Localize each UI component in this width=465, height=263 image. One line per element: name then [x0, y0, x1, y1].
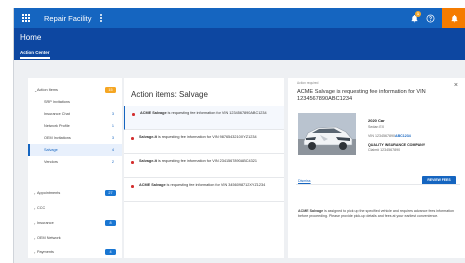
- list-title: Action items: Salvage: [131, 90, 208, 99]
- sidebar-item-srp-invitations[interactable]: SRP Invitations: [28, 96, 122, 108]
- page-title: Home: [20, 33, 42, 42]
- sidebar-item-label: Vendors: [44, 160, 58, 164]
- vehicle-vin: VIN 1234567890ABC1234: [368, 133, 411, 138]
- chevron-right-icon: ›: [34, 205, 36, 211]
- sidebar-item-label: SRP Invitations: [44, 100, 70, 104]
- sidebar-item-network-profile[interactable]: Network Profile 1: [28, 120, 122, 132]
- vehicle-trim: Sedan EX: [368, 124, 385, 129]
- count-badge: 15: [105, 87, 116, 93]
- list-item[interactable]: ACME Salvage is requesting fee informati…: [124, 178, 284, 202]
- chevron-right-icon: ›: [34, 249, 36, 255]
- help-icon: [426, 14, 434, 22]
- sidebar-item-label: OEM Invitations: [44, 136, 71, 140]
- sidebar-item-ccc[interactable]: › CCC: [28, 202, 122, 214]
- vehicle-model: 2020 Car: [368, 118, 385, 123]
- alert-bell-icon: [451, 14, 457, 22]
- sidebar-item-insurance-chat[interactable]: Insurance Chat 3: [28, 108, 122, 120]
- action-required-label: Action required: [297, 81, 319, 85]
- app-title: Repair Facility: [44, 13, 92, 23]
- sidebar-item-insurance[interactable]: › Insurance 8: [28, 217, 122, 229]
- count-badge: 27: [105, 190, 116, 196]
- vehicle-photo: [298, 113, 356, 155]
- chevron-right-icon: ›: [34, 190, 36, 196]
- sidebar-item-label: Salvage: [44, 148, 58, 152]
- count-label: 3: [111, 136, 114, 140]
- tab-action-center[interactable]: Action Center: [20, 50, 50, 55]
- list-item[interactable]: Salvage-It is requesting fee information…: [124, 154, 284, 178]
- count-label: 2: [111, 160, 114, 164]
- count-badge: 4: [105, 249, 116, 255]
- unread-indicator: [131, 137, 134, 140]
- chevron-right-icon: ›: [34, 235, 36, 241]
- close-icon[interactable]: ×: [454, 82, 458, 89]
- apps-grid-icon[interactable]: [22, 14, 30, 22]
- sidebar-item-label: Insurance Chat: [44, 112, 70, 116]
- action-center-sidebar: ⌄ Action Items 15 SRP Invitations Insura…: [28, 78, 122, 258]
- app-bar: Repair Facility 1: [14, 8, 465, 28]
- list-item-text: ACME Salvage is requesting fee informati…: [140, 111, 267, 115]
- app-window: Repair Facility 1 Home Action Center ⌄ A…: [13, 8, 465, 263]
- sidebar-item-label: Payments: [37, 250, 54, 254]
- sidebar-item-label: Network Profile: [44, 124, 70, 128]
- sidebar-item-salvage[interactable]: Salvage 4: [28, 144, 122, 156]
- unread-indicator: [131, 185, 134, 188]
- detail-title: ACME Salvage is requesting fee informati…: [297, 89, 426, 102]
- action-item-detail: Action required × ACME Salvage is reques…: [288, 78, 465, 258]
- app-bar-actions: 1: [406, 8, 465, 28]
- dismiss-link[interactable]: Dismiss: [298, 179, 311, 183]
- insurance-company: QUALITY INSURANCE COMPANY: [368, 142, 426, 147]
- sidebar-item-label: OEM Network: [37, 236, 61, 240]
- action-items-list: Action items: Salvage ACME Salvage is re…: [124, 78, 284, 258]
- active-tab-indicator: [20, 57, 50, 59]
- list-item[interactable]: Salvage-It is requesting fee information…: [124, 130, 284, 154]
- detail-description: ACME Salvage is assigned to pick up the …: [298, 209, 455, 218]
- sidebar-item-label: CCC: [37, 206, 46, 210]
- sidebar-item-appointments[interactable]: › Appointments 27: [28, 187, 122, 199]
- count-label: 4: [111, 148, 114, 152]
- list-item-text: Salvage-It is requesting fee information…: [139, 135, 257, 139]
- more-vert-icon[interactable]: [99, 14, 102, 22]
- list-item-text: ACME Salvage is requesting fee informati…: [139, 183, 266, 187]
- divider: [296, 184, 460, 185]
- count-label: 1: [111, 124, 114, 128]
- notifications-button[interactable]: 1: [406, 10, 422, 26]
- list-item-text: Salvage-It is requesting fee information…: [139, 159, 257, 163]
- unread-indicator: [132, 113, 135, 116]
- sidebar-item-label: Action Items: [37, 88, 58, 92]
- sidebar-item-action-items[interactable]: ⌄ Action Items 15: [28, 84, 122, 96]
- page-header: Home Action Center: [14, 28, 465, 60]
- list-item[interactable]: ACME Salvage is requesting fee informati…: [124, 106, 284, 130]
- count-badge: 8: [105, 220, 116, 226]
- notification-badge: 1: [415, 11, 421, 17]
- sidebar-item-oem-network[interactable]: › OEM Network: [28, 232, 122, 244]
- sidebar-item-label: Appointments: [37, 191, 61, 195]
- sidebar-item-oem-invitations[interactable]: OEM Invitations 3: [28, 132, 122, 144]
- chevron-right-icon: ›: [34, 220, 36, 226]
- help-button[interactable]: [422, 10, 438, 26]
- alerts-button[interactable]: [442, 8, 465, 28]
- claim-number: Claim# 1234567890: [368, 148, 401, 152]
- vehicle-info: 2020 Car Sedan EX VIN 1234567890ABC1234 …: [368, 118, 460, 152]
- sidebar-item-vendors[interactable]: Vendors 2: [28, 156, 122, 168]
- sidebar-item-label: Insurance: [37, 221, 54, 225]
- count-label: 3: [111, 112, 114, 116]
- unread-indicator: [131, 161, 134, 164]
- sidebar-item-payments[interactable]: › Payments 4: [28, 246, 122, 258]
